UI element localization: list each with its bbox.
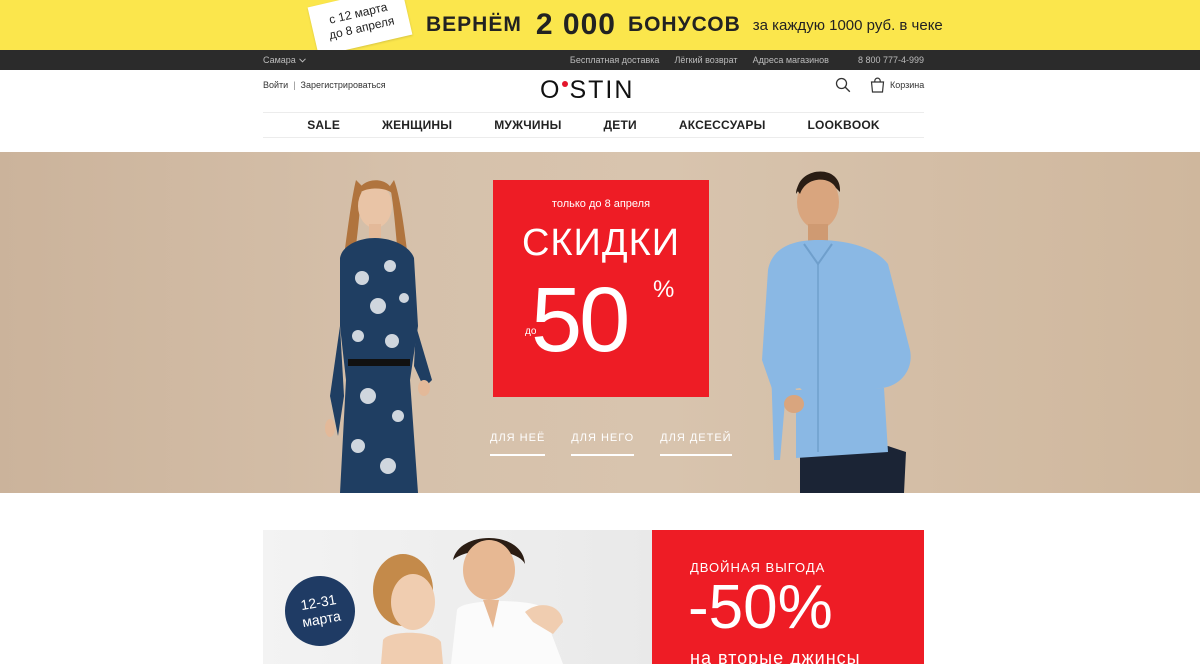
register-link[interactable]: Зарегистрироваться xyxy=(301,80,386,90)
main-nav: SALE ЖЕНЩИНЫ МУЖЧИНЫ ДЕТИ АКСЕССУАРЫ LOO… xyxy=(263,112,924,138)
auth-links: Войти | Зарегистрироваться xyxy=(263,80,386,90)
woman-model-image xyxy=(325,180,432,493)
phone-link[interactable]: 8 800 777-4-999 xyxy=(858,50,924,70)
double-benefit-discount: -50% xyxy=(688,573,833,642)
logo-right: STIN xyxy=(569,75,635,104)
promo-text: ВЕРНЁМ 2 000 БОНУСОВ за каждую 1000 руб.… xyxy=(426,0,943,50)
site-header: Войти | Зарегистрироваться O STIN Корзин… xyxy=(0,70,1200,152)
logo-dot xyxy=(562,81,569,87)
shopping-bag-icon xyxy=(870,77,885,93)
store-addresses-link[interactable]: Адреса магазинов xyxy=(753,50,829,70)
cart-label: Корзина xyxy=(890,80,925,90)
promo-strip[interactable]: с 12 марта до 8 апреля ВЕРНЁМ 2 000 БОНУ… xyxy=(0,0,1200,50)
for-him-link[interactable]: ДЛЯ НЕГО xyxy=(571,432,635,456)
promo-lead: ВЕРНЁМ xyxy=(426,13,522,36)
search-icon[interactable] xyxy=(835,77,851,93)
for-her-link[interactable]: ДЛЯ НЕЁ xyxy=(490,432,546,456)
cart-button[interactable]: Корзина xyxy=(870,77,924,93)
sale-prefix: до xyxy=(525,326,537,337)
couple-image-area: 12-31 марта xyxy=(263,530,652,664)
sale-headline: СКИДКИ xyxy=(521,222,681,264)
sale-until-text: только до 8 апреля xyxy=(551,198,651,210)
promo-tail: за каждую 1000 руб. в чеке xyxy=(752,16,943,34)
promo-amount: 2 000 xyxy=(535,8,616,41)
login-link[interactable]: Войти xyxy=(263,80,288,90)
utility-bar: Самара Бесплатная доставка Лёгкий возвра… xyxy=(0,50,1200,70)
sale-value: 50 xyxy=(531,269,630,371)
nav-item-sale[interactable]: SALE xyxy=(307,118,340,132)
hero-links: ДЛЯ НЕЁ ДЛЯ НЕГО ДЛЯ ДЕТЕЙ xyxy=(490,432,732,456)
city-selector[interactable]: Самара xyxy=(263,50,306,70)
nav-item-women[interactable]: ЖЕНЩИНЫ xyxy=(382,118,452,132)
site-logo[interactable]: O STIN xyxy=(540,75,634,105)
double-benefit-subtitle: на вторые джинсы xyxy=(690,648,861,664)
auth-separator: | xyxy=(293,80,296,90)
hero-banner[interactable]: только до 8 апреля СКИДКИ 50 до % ДЛЯ НЕ… xyxy=(0,152,1200,493)
nav-item-men[interactable]: МУЖЧИНЫ xyxy=(494,118,561,132)
sale-box[interactable]: только до 8 апреля СКИДКИ 50 до % xyxy=(493,180,709,397)
promo-date-tag: с 12 марта до 8 апреля xyxy=(307,0,413,50)
promo-word: БОНУСОВ xyxy=(627,13,741,36)
man-model-image xyxy=(762,171,911,493)
nav-item-accessories[interactable]: АКСЕССУАРЫ xyxy=(679,118,766,132)
city-label: Самара xyxy=(263,55,296,65)
nav-item-lookbook[interactable]: LOOKBOOK xyxy=(808,118,880,132)
for-kids-link[interactable]: ДЛЯ ДЕТЕЙ xyxy=(660,432,732,456)
utility-links: Бесплатная доставка Лёгкий возврат Адрес… xyxy=(570,50,924,70)
free-delivery-link[interactable]: Бесплатная доставка xyxy=(570,50,660,70)
logo-left: O xyxy=(540,75,562,104)
double-benefit-panel: ДВОЙНАЯ ВЫГОДА -50% на вторые джинсы xyxy=(652,530,924,664)
nav-item-kids[interactable]: ДЕТИ xyxy=(604,118,637,132)
sale-percent-sign: % xyxy=(653,276,675,303)
easy-return-link[interactable]: Лёгкий возврат xyxy=(674,50,737,70)
chevron-down-icon xyxy=(298,57,306,63)
double-benefit-banner[interactable]: 12-31 марта ДВОЙНАЯ ВЫГОДА -50% на вторы… xyxy=(263,530,924,664)
